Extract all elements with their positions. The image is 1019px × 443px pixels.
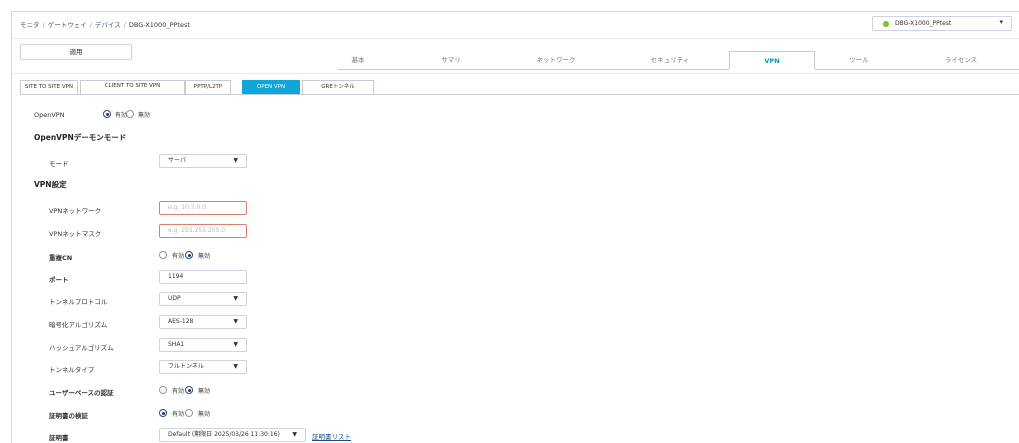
subtab-pptp-l2tp[interactable]: PPTP/L2TP xyxy=(185,80,231,94)
cert-list-link[interactable]: 証明書リスト xyxy=(312,431,351,441)
breadcrumb-device[interactable]: デバイス xyxy=(95,21,121,29)
breadcrumb-gateway[interactable]: ゲートウェイ xyxy=(48,21,87,29)
breadcrumb: モニタ / ゲートウェイ / デバイス / DBG-X1000_PPtest xyxy=(20,21,190,29)
duplicate-cn-label: 重複CN xyxy=(49,254,73,262)
cert-verify-label: 証明書の検証 xyxy=(49,412,88,420)
cert-verify-enabled-label: 有効 xyxy=(172,411,185,418)
tab-tools[interactable]: ツール xyxy=(824,51,894,69)
tab-network[interactable]: ネットワーク xyxy=(516,51,596,69)
breadcrumb-current: DBG-X1000_PPtest xyxy=(128,21,190,29)
user-auth-disabled-radio[interactable] xyxy=(185,386,193,394)
cert-verify-enabled-radio[interactable] xyxy=(159,409,167,417)
cipher-label: 暗号化アルゴリズム xyxy=(49,321,108,329)
tunnel-type-label: トンネルタイプ xyxy=(49,366,95,374)
tab-basic[interactable]: 基本 xyxy=(323,51,393,69)
user-auth-enabled-label: 有効 xyxy=(172,388,185,395)
openvpn-label: OpenVPN xyxy=(34,111,65,119)
daemon-mode-heading: OpenVPNデーモンモード xyxy=(34,133,127,142)
subtab-client-to-site-label[interactable]: CLIENT TO SITE VPN xyxy=(80,80,185,94)
user-auth-disabled-label: 無効 xyxy=(198,388,211,395)
divider xyxy=(11,73,1019,74)
subtab-gre-tunnel[interactable]: GREトンネル xyxy=(302,80,374,94)
hash-value: SHA1 xyxy=(168,341,185,348)
port-input[interactable]: 1194 xyxy=(159,270,247,284)
user-auth-enabled-radio[interactable] xyxy=(159,386,167,394)
active-tab-gap xyxy=(729,69,815,70)
vpn-settings-heading: VPN設定 xyxy=(34,180,67,189)
divider xyxy=(11,38,1019,39)
vpn-netmask-input[interactable]: e.g. 255.255.255.0 xyxy=(159,224,247,238)
chevron-down-icon: ▾ xyxy=(999,18,1003,26)
device-selector[interactable]: DBG-X1000_PPtest ▾ xyxy=(872,16,1012,31)
hash-select[interactable]: SHA1 ▼ xyxy=(159,338,247,352)
openvpn-enabled-radio[interactable] xyxy=(103,110,111,118)
tab-license[interactable]: ライセンス xyxy=(921,51,1001,69)
cert-verify-disabled-label: 無効 xyxy=(198,411,211,418)
cipher-value: AES-128 xyxy=(168,318,194,325)
chevron-down-icon: ▼ xyxy=(233,318,238,325)
cipher-select[interactable]: AES-128 ▼ xyxy=(159,315,247,329)
tab-bar-line xyxy=(338,69,1019,70)
certificate-select[interactable]: Default (期限日 2025/03/26 11:30:16) ▼ xyxy=(159,428,306,442)
certificate-value: Default (期限日 2025/03/26 11:30:16) xyxy=(168,431,280,438)
user-auth-label: ユーザーベースの認証 xyxy=(49,389,114,397)
mode-select-value: サーバ xyxy=(168,157,186,164)
tunnel-protocol-label: トンネルプロトコル xyxy=(49,298,108,306)
chevron-down-icon: ▼ xyxy=(292,431,297,438)
vpn-network-input[interactable]: e.g. 10.7.0.0 xyxy=(159,201,247,215)
apply-button[interactable]: 適用 xyxy=(20,44,132,60)
tunnel-type-select[interactable]: フルトンネル ▼ xyxy=(159,360,247,374)
openvpn-disabled-label: 無効 xyxy=(138,112,151,119)
chevron-down-icon: ▼ xyxy=(233,295,238,302)
tab-vpn[interactable]: VPN xyxy=(729,51,815,69)
subtab-openvpn[interactable]: OPEN VPN xyxy=(242,80,300,94)
certificate-label: 証明書 xyxy=(49,434,69,442)
tab-summary[interactable]: サマリ xyxy=(416,51,486,69)
duplicate-cn-enabled-radio[interactable] xyxy=(159,251,167,259)
subtab-site-to-site-vpn[interactable]: SITE TO SITE VPN xyxy=(20,80,78,94)
tunnel-protocol-value: UDP xyxy=(168,295,181,302)
chevron-down-icon: ▼ xyxy=(233,157,238,164)
chevron-down-icon: ▼ xyxy=(233,341,238,348)
mode-label: モード xyxy=(49,160,69,168)
tab-security[interactable]: セキュリティ xyxy=(630,51,710,69)
duplicate-cn-enabled-label: 有効 xyxy=(172,253,185,260)
vpn-netmask-label: VPNネットマスク xyxy=(49,230,102,238)
tunnel-type-value: フルトンネル xyxy=(168,363,204,370)
subtab-bar-line xyxy=(20,94,1019,95)
status-dot-icon xyxy=(883,21,889,27)
port-label: ポート xyxy=(49,276,69,284)
device-selector-value: DBG-X1000_PPtest xyxy=(895,20,952,27)
duplicate-cn-disabled-label: 無効 xyxy=(198,253,211,260)
chevron-down-icon: ▼ xyxy=(233,363,238,370)
breadcrumb-monitor[interactable]: モニタ xyxy=(20,21,40,29)
tunnel-protocol-select[interactable]: UDP ▼ xyxy=(159,292,247,306)
mode-select[interactable]: サーバ ▼ xyxy=(159,154,247,168)
hash-label: ハッシュアルゴリズム xyxy=(49,344,114,352)
openvpn-disabled-radio[interactable] xyxy=(126,110,134,118)
vpn-network-label: VPNネットワーク xyxy=(49,207,102,215)
cert-verify-disabled-radio[interactable] xyxy=(185,409,193,417)
duplicate-cn-disabled-radio[interactable] xyxy=(185,251,193,259)
